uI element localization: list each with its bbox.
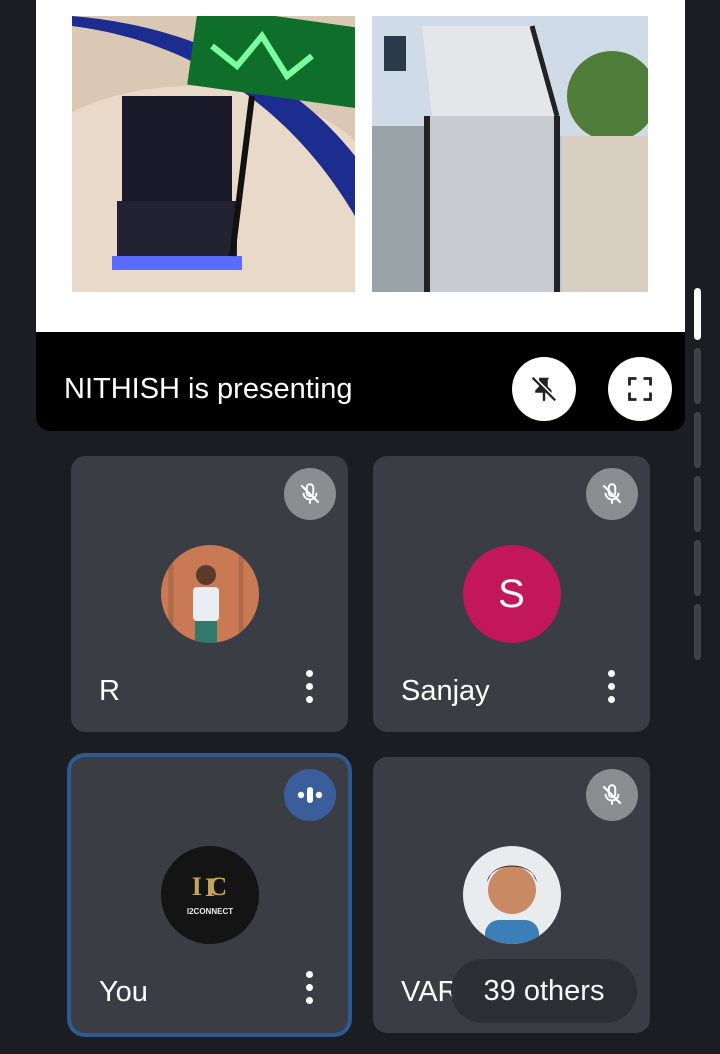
unpin-button[interactable] xyxy=(512,357,576,421)
mic-off-icon xyxy=(602,784,622,805)
avatar-photo xyxy=(462,846,561,944)
mic-off-icon xyxy=(602,483,622,504)
mic-off-badge xyxy=(284,468,336,520)
avatar-initial: S xyxy=(462,545,561,643)
logo-text: I C xyxy=(191,872,228,901)
scroll-track-segment xyxy=(694,604,701,660)
scroll-track-segment xyxy=(694,412,701,468)
shared-slide xyxy=(36,0,685,332)
participant-name: You xyxy=(99,976,148,1008)
slide-photo-enclosure xyxy=(372,16,648,292)
speaking-badge xyxy=(284,769,336,821)
mic-off-badge xyxy=(586,468,638,520)
avatar-logo: I I2CONNECT I C xyxy=(160,846,259,944)
unpin-icon xyxy=(531,376,558,402)
avatar-photo xyxy=(160,545,259,643)
participant-tile-sanjay[interactable]: S Sanjay xyxy=(373,456,650,732)
audio-level-icon xyxy=(297,787,323,803)
others-count-pill[interactable]: 39 others xyxy=(451,959,637,1023)
participant-name: Sanjay xyxy=(401,675,490,707)
scroll-thumb[interactable] xyxy=(694,288,701,340)
mic-off-badge xyxy=(586,769,638,821)
scrollbar[interactable] xyxy=(694,288,702,680)
more-options-button[interactable] xyxy=(606,670,616,706)
participant-name: VAR xyxy=(401,976,459,1008)
presentation-panel[interactable]: NITHISH is presenting xyxy=(36,0,685,431)
participant-name: R xyxy=(99,675,120,707)
participant-tile-you[interactable]: I I2CONNECT I C You xyxy=(71,757,348,1033)
scroll-track-segment xyxy=(694,476,701,532)
slide-photo-led-device xyxy=(72,16,355,292)
scroll-track-segment xyxy=(694,540,701,596)
participant-tile-r[interactable]: R xyxy=(71,456,348,732)
fullscreen-icon xyxy=(628,377,652,401)
presenter-label: NITHISH is presenting xyxy=(64,373,353,405)
more-options-button[interactable] xyxy=(304,971,314,1007)
presenting-bar: NITHISH is presenting xyxy=(36,332,685,431)
fullscreen-button[interactable] xyxy=(608,357,672,421)
mic-off-icon xyxy=(300,483,320,504)
more-options-button[interactable] xyxy=(304,670,314,706)
logo-subtitle: I2CONNECT xyxy=(186,907,232,916)
scroll-track-segment xyxy=(694,348,701,404)
